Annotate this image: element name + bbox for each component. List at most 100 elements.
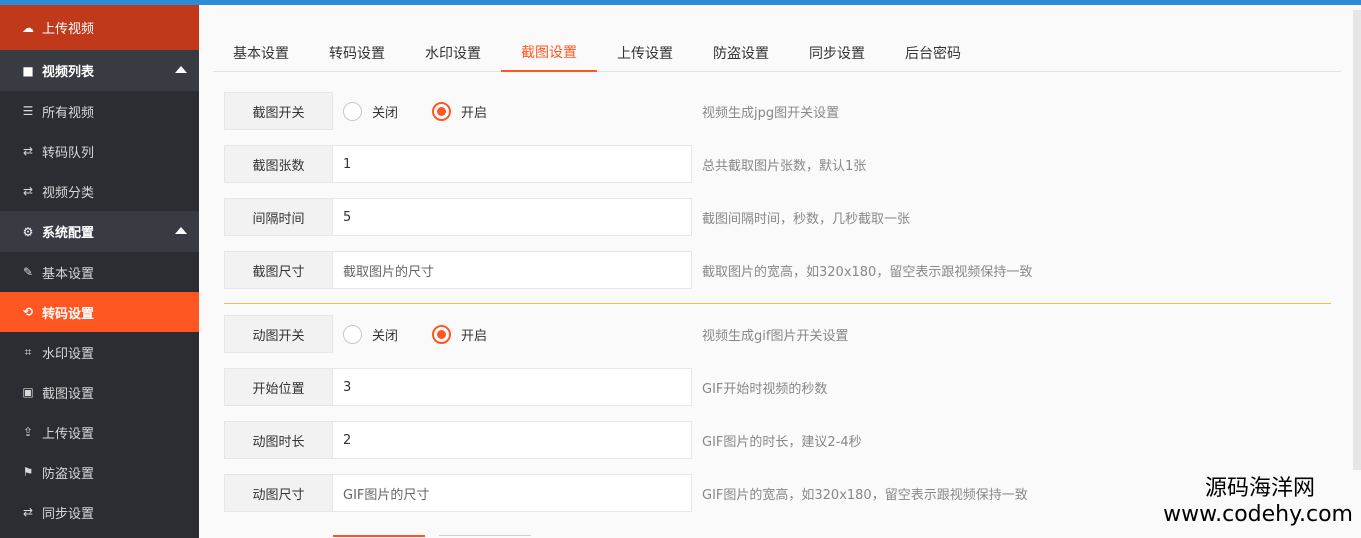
tab-watermark[interactable]: 水印设置	[405, 33, 501, 72]
sidebar-item-video-category[interactable]: ⇄ 视频分类	[0, 171, 199, 211]
list-icon: ☰	[22, 104, 34, 118]
radio-label: 关闭	[372, 328, 399, 344]
gif-size-input[interactable]: GIF图片的尺寸	[333, 474, 692, 512]
form-row-screenshot-count: 截图张数 1 总共截取图片张数，默认1张	[224, 145, 866, 183]
scrollbar[interactable]	[1353, 10, 1361, 470]
radio-label: 开启	[461, 105, 488, 121]
tab-hotlink[interactable]: 防盗设置	[693, 33, 789, 72]
sidebar-item-upload-settings[interactable]: ⇪ 上传设置	[0, 412, 199, 452]
chevron-up-icon	[175, 66, 187, 73]
screenshot-switch-radios: 关闭 开启	[333, 92, 692, 130]
form-row-screenshot-switch: 截图开关 关闭 开启 视频生成jpg图开关设置	[224, 92, 839, 130]
sidebar-group-label: 视频列表	[42, 65, 95, 80]
radio-label: 开启	[461, 328, 488, 344]
tab-sync[interactable]: 同步设置	[789, 33, 885, 72]
field-label: 动图开关	[224, 315, 333, 353]
sidebar-item-transcode-queue[interactable]: ⇄ 转码队列	[0, 131, 199, 171]
sidebar-item-label: 所有视频	[42, 105, 95, 121]
gif-duration-input[interactable]: 2	[333, 421, 692, 459]
sidebar-item-basic-settings[interactable]: ✎ 基本设置	[0, 252, 199, 292]
field-tip: GIF图片的时长，建议2-4秒	[702, 434, 862, 450]
sidebar-item-label: 同步设置	[42, 506, 95, 522]
sidebar: ☁ 上传视频 ■ 视频列表 ☰ 所有视频 ⇄ 转码队列 ⇄ 视频分类 ⚙ 系统配…	[0, 5, 199, 538]
radio-off[interactable]: 关闭	[343, 324, 399, 344]
field-tip: 总共截取图片张数，默认1张	[702, 158, 867, 174]
sidebar-item-label: 截图设置	[42, 386, 95, 402]
upload-video-label: 上传视频	[42, 22, 95, 37]
field-tip: 截取图片的宽高，如320x180，留空表示跟视频保持一致	[702, 264, 1033, 280]
sidebar-group-system-config[interactable]: ⚙ 系统配置	[0, 211, 199, 252]
tab-upload[interactable]: 上传设置	[597, 33, 693, 72]
tab-transcode[interactable]: 转码设置	[309, 33, 405, 72]
start-position-input[interactable]: 3	[333, 368, 692, 406]
form-row-gif-duration: 动图时长 2 GIF图片的时长，建议2-4秒	[224, 421, 862, 459]
field-label: 截图张数	[224, 145, 333, 183]
sidebar-group-video-list[interactable]: ■ 视频列表	[0, 50, 199, 91]
cloud-upload-icon: ☁	[22, 20, 34, 35]
screenshot-size-input[interactable]: 截取图片的尺寸	[333, 251, 692, 289]
radio-circle-icon	[343, 101, 362, 121]
upload-video-button[interactable]: ☁ 上传视频	[0, 5, 199, 50]
chevron-up-icon	[175, 227, 187, 234]
crop-icon: ⌗	[24, 344, 32, 359]
field-label: 截图尺寸	[224, 251, 333, 289]
field-tip: 视频生成jpg图开关设置	[702, 105, 840, 121]
watermark-line2: www.codehy.com	[1163, 502, 1353, 527]
tab-screenshot[interactable]: 截图设置	[501, 33, 597, 72]
field-tip: GIF图片的宽高，如320x180，留空表示跟视频保持一致	[702, 487, 1028, 503]
main-content: 基本设置 转码设置 水印设置 截图设置 上传设置 防盗设置 同步设置 后台密码 …	[199, 5, 1361, 538]
gear-icon: ⚙	[22, 224, 34, 239]
sidebar-item-label: 视频分类	[42, 185, 95, 201]
sidebar-item-transcode-settings[interactable]: ⟲ 转码设置	[0, 292, 199, 332]
radio-label: 关闭	[372, 105, 399, 121]
field-tip: 截图间隔时间，秒数，几秒截取一张	[702, 211, 911, 227]
sidebar-item-all-videos[interactable]: ☰ 所有视频	[0, 91, 199, 131]
sidebar-item-screenshot-settings[interactable]: ▣ 截图设置	[0, 372, 199, 412]
form-row-start-position: 开始位置 3 GIF开始时视频的秒数	[224, 368, 827, 406]
exchange-icon: ⇄	[22, 144, 34, 158]
sidebar-item-label: 转码设置	[42, 306, 95, 322]
image-icon: ▣	[22, 385, 34, 399]
sidebar-item-label: 防盗设置	[42, 466, 95, 482]
field-tip: GIF开始时视频的秒数	[702, 381, 828, 397]
watermark: 源码海洋网 www.codehy.com	[1163, 476, 1353, 528]
sidebar-item-label: 转码队列	[42, 145, 95, 161]
radio-checked-icon	[432, 324, 452, 344]
sidebar-item-label: 水印设置	[42, 346, 95, 362]
field-tip: 视频生成gif图片开关设置	[702, 328, 849, 344]
refresh-icon: ⟲	[22, 305, 34, 319]
edit-icon: ✎	[22, 265, 34, 279]
flag-icon: ⚑	[22, 465, 34, 479]
tab-admin-password[interactable]: 后台密码	[885, 33, 981, 72]
upload-icon: ⇪	[22, 425, 34, 439]
form-row-screenshot-size: 截图尺寸 截取图片的尺寸 截取图片的宽高，如320x180，留空表示跟视频保持一…	[224, 251, 1032, 289]
radio-circle-icon	[343, 324, 362, 344]
sidebar-item-hotlink-settings[interactable]: ⚑ 防盗设置	[0, 452, 199, 492]
interval-input[interactable]: 5	[333, 198, 692, 236]
sidebar-item-sync-settings[interactable]: ⇄ 同步设置	[0, 492, 199, 532]
exchange-icon: ⇄	[22, 184, 34, 198]
watermark-line1: 源码海洋网	[1204, 476, 1315, 501]
field-label: 动图尺寸	[224, 474, 333, 512]
screenshot-count-input[interactable]: 1	[333, 145, 692, 183]
sidebar-group-label: 系统配置	[42, 226, 95, 241]
section-divider	[224, 303, 1331, 304]
form-row-interval: 间隔时间 5 截图间隔时间，秒数，几秒截取一张	[224, 198, 910, 236]
radio-checked-icon	[432, 101, 452, 121]
settings-tabs: 基本设置 转码设置 水印设置 截图设置 上传设置 防盗设置 同步设置 后台密码	[213, 33, 1341, 72]
sidebar-item-label: 上传设置	[42, 426, 95, 442]
radio-on[interactable]: 开启	[432, 101, 488, 121]
radio-on[interactable]: 开启	[432, 324, 488, 344]
field-label: 间隔时间	[224, 198, 333, 236]
field-label: 截图开关	[224, 92, 333, 130]
tab-basic[interactable]: 基本设置	[213, 33, 309, 72]
field-label: 动图时长	[224, 421, 333, 459]
sidebar-item-label: 基本设置	[42, 266, 95, 282]
field-label: 开始位置	[224, 368, 333, 406]
radio-off[interactable]: 关闭	[343, 101, 399, 121]
exchange-icon: ⇄	[22, 505, 34, 519]
gif-switch-radios: 关闭 开启	[333, 315, 692, 353]
form-row-gif-size: 动图尺寸 GIF图片的尺寸 GIF图片的宽高，如320x180，留空表示跟视频保…	[224, 474, 1028, 512]
sidebar-item-watermark-settings[interactable]: ⌗ 水印设置	[0, 332, 199, 372]
video-camera-icon: ■	[22, 63, 34, 78]
